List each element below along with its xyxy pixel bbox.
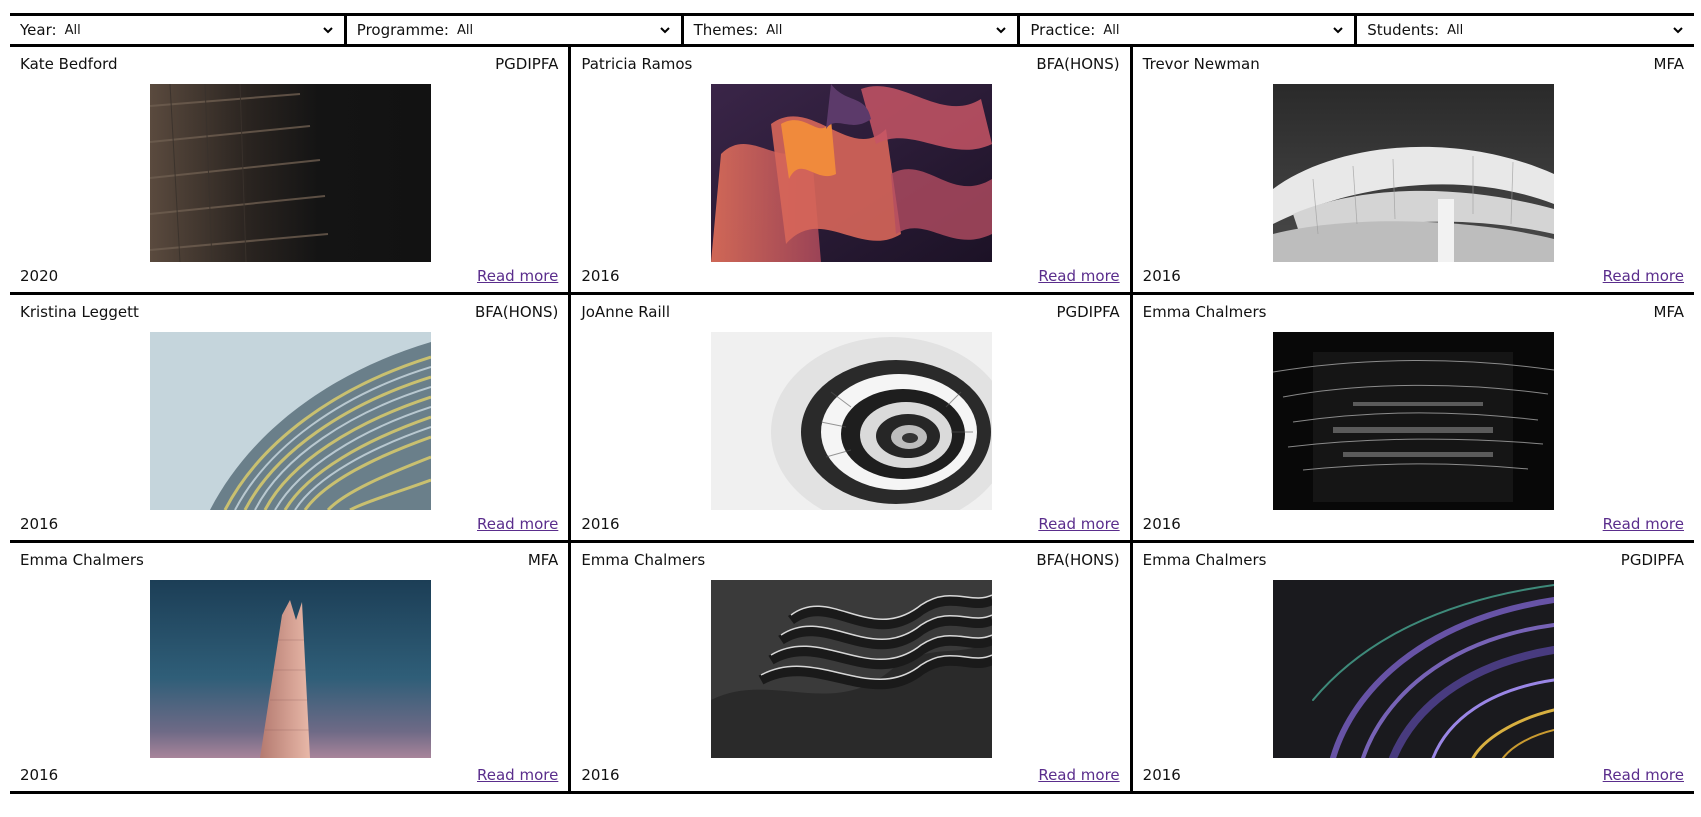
student-card: Trevor Newman MFA 2016 Read more [1132, 47, 1694, 295]
programme-label: PGDIPFA [1620, 551, 1684, 569]
year-label: 2016 [1142, 766, 1181, 784]
student-card: Emma Chalmers PGDIPFA 2016 Read more [1133, 543, 1694, 791]
practice-filter[interactable]: Practice: All [1020, 16, 1358, 44]
page-frame: Year: All Programme: All Themes: All Pra… [10, 13, 1694, 794]
programme-label: PGDIPFA [1056, 303, 1120, 321]
year-label: 2016 [1142, 267, 1181, 285]
year-label: 2016 [581, 766, 620, 784]
student-card: Kate Bedford PGDIPFA 2020 Read more [10, 47, 572, 295]
student-name[interactable]: Trevor Newman [1143, 55, 1260, 73]
student-name[interactable]: Patricia Ramos [581, 55, 692, 73]
student-card: Emma Chalmers MFA 2016 Read more [1132, 295, 1694, 543]
filter-bar: Year: All Programme: All Themes: All Pra… [10, 16, 1694, 47]
chevron-down-icon [996, 27, 1007, 34]
programme-filter-label: Programme: [356, 21, 449, 39]
read-more-link[interactable]: Read more [1603, 267, 1684, 285]
student-name[interactable]: Emma Chalmers [1143, 551, 1267, 569]
read-more-link[interactable]: Read more [1038, 267, 1119, 285]
read-more-link[interactable]: Read more [1038, 766, 1119, 784]
artwork-thumbnail[interactable] [1272, 580, 1554, 758]
practice-filter-value: All [1103, 22, 1120, 38]
student-grid: Kate Bedford PGDIPFA 2020 Read more Patr… [10, 47, 1694, 791]
artwork-thumbnail[interactable] [711, 332, 993, 510]
artwork-thumbnail[interactable] [150, 332, 431, 510]
programme-label: BFA(HONS) [1036, 55, 1120, 73]
artwork-thumbnail[interactable] [711, 84, 993, 262]
student-card: Kristina Leggett BFA(HONS) 2016 Read mor… [10, 295, 572, 543]
programme-label: BFA(HONS) [1036, 551, 1120, 569]
read-more-link[interactable]: Read more [1038, 515, 1119, 533]
artwork-thumbnail[interactable] [1272, 332, 1554, 510]
student-name[interactable]: Emma Chalmers [1143, 303, 1267, 321]
student-card: Emma Chalmers MFA 2016 Read more [10, 543, 572, 791]
year-filter-label: Year: [20, 21, 57, 39]
student-card: JoAnne Raill PGDIPFA 2016 Read more [571, 295, 1133, 543]
chevron-down-icon [323, 27, 333, 34]
student-name[interactable]: JoAnne Raill [581, 303, 670, 321]
read-more-link[interactable]: Read more [477, 267, 558, 285]
programme-filter-value: All [456, 22, 474, 38]
students-filter-label: Students: [1367, 21, 1440, 39]
read-more-link[interactable]: Read more [1603, 766, 1684, 784]
student-name[interactable]: Emma Chalmers [581, 551, 705, 569]
year-filter[interactable]: Year: All [10, 16, 347, 44]
student-card: Emma Chalmers BFA(HONS) 2016 Read more [571, 543, 1133, 791]
practice-filter-label: Practice: [1030, 21, 1096, 39]
programme-label: MFA [527, 551, 559, 569]
read-more-link[interactable]: Read more [1603, 515, 1684, 533]
year-label: 2016 [581, 267, 620, 285]
programme-label: BFA(HONS) [474, 303, 559, 321]
year-filter-value: All [64, 22, 81, 38]
year-label: 2020 [20, 267, 59, 285]
student-card: Patricia Ramos BFA(HONS) 2016 Read more [571, 47, 1133, 295]
programme-label: MFA [1653, 55, 1684, 73]
year-label: 2016 [1142, 515, 1181, 533]
read-more-link[interactable]: Read more [477, 766, 558, 784]
student-name[interactable]: Emma Chalmers [20, 551, 144, 569]
students-filter-value: All [1447, 22, 1464, 38]
themes-filter-label: Themes: [693, 21, 759, 39]
artwork-thumbnail[interactable] [711, 580, 993, 758]
programme-filter[interactable]: Programme: All [347, 16, 684, 44]
year-label: 2016 [20, 515, 59, 533]
themes-filter-value: All [766, 22, 783, 38]
chevron-down-icon [1333, 27, 1343, 34]
students-filter[interactable]: Students: All [1357, 16, 1694, 44]
year-label: 2016 [581, 515, 620, 533]
programme-label: PGDIPFA [495, 55, 559, 73]
artwork-thumbnail[interactable] [150, 580, 431, 758]
themes-filter[interactable]: Themes: All [684, 16, 1021, 44]
artwork-thumbnail[interactable] [1272, 84, 1554, 262]
read-more-link[interactable]: Read more [477, 515, 558, 533]
chevron-down-icon [1673, 27, 1683, 34]
year-label: 2016 [20, 766, 59, 784]
chevron-down-icon [659, 27, 670, 34]
student-name[interactable]: Kate Bedford [20, 55, 118, 73]
student-name[interactable]: Kristina Leggett [20, 303, 139, 321]
artwork-thumbnail[interactable] [150, 84, 431, 262]
programme-label: MFA [1653, 303, 1684, 321]
